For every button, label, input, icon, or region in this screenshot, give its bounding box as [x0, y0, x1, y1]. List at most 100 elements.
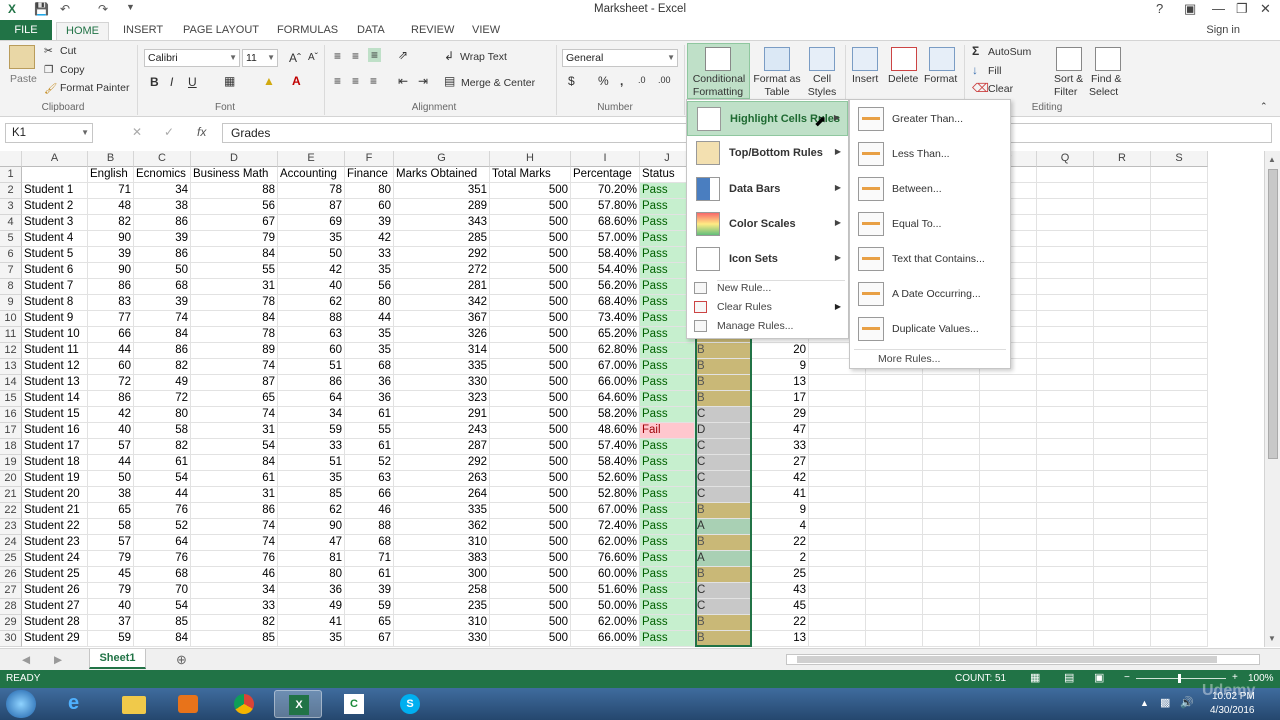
table-cell[interactable]: 58.40%	[571, 247, 640, 263]
table-cell[interactable]	[923, 551, 980, 567]
row-header[interactable]: 7	[0, 263, 22, 279]
table-cell[interactable]: 62.00%	[571, 535, 640, 551]
row-header[interactable]: 14	[0, 375, 22, 391]
table-cell[interactable]	[1037, 215, 1094, 231]
table-cell[interactable]	[1037, 327, 1094, 343]
table-cell[interactable]: 500	[490, 391, 571, 407]
table-cell[interactable]: 314	[394, 343, 490, 359]
table-cell[interactable]: 49	[278, 599, 345, 615]
table-cell[interactable]: 2	[752, 551, 809, 567]
next-sheet-icon[interactable]: ▶	[54, 654, 62, 666]
table-cell[interactable]: 500	[490, 631, 571, 647]
format-as-table-icon[interactable]	[764, 47, 790, 71]
table-cell[interactable]	[809, 471, 866, 487]
table-cell[interactable]: B	[695, 343, 752, 359]
table-cell[interactable]	[980, 439, 1037, 455]
table-cell[interactable]: 85	[278, 487, 345, 503]
column-header-e[interactable]: E	[278, 151, 345, 167]
table-cell[interactable]	[923, 375, 980, 391]
row-header[interactable]: 9	[0, 295, 22, 311]
table-cell[interactable]	[1037, 343, 1094, 359]
table-cell[interactable]	[866, 487, 923, 503]
table-cell[interactable]: 82	[191, 615, 278, 631]
scrollbar-thumb[interactable]	[1268, 169, 1278, 459]
table-cell[interactable]	[980, 599, 1037, 615]
table-cell[interactable]	[1037, 455, 1094, 471]
table-cell[interactable]	[980, 519, 1037, 535]
table-cell[interactable]: 500	[490, 295, 571, 311]
cell-styles-icon[interactable]	[809, 47, 835, 71]
table-cell[interactable]	[866, 567, 923, 583]
table-cell[interactable]: B	[695, 359, 752, 375]
table-cell[interactable]	[1151, 279, 1208, 295]
column-title-cell[interactable]: Accounting	[278, 167, 345, 183]
table-cell[interactable]: Student 17	[22, 439, 88, 455]
table-cell[interactable]	[1151, 215, 1208, 231]
table-cell[interactable]	[1151, 551, 1208, 567]
table-cell[interactable]: 33	[752, 439, 809, 455]
table-cell[interactable]	[809, 391, 866, 407]
align-bottom-icon[interactable]: ≡	[368, 48, 382, 62]
table-cell[interactable]	[866, 503, 923, 519]
table-cell[interactable]: Pass	[640, 359, 695, 375]
table-cell[interactable]: 78	[191, 295, 278, 311]
table-cell[interactable]	[1094, 407, 1151, 423]
table-cell[interactable]: 243	[394, 423, 490, 439]
table-cell[interactable]: 76	[191, 551, 278, 567]
table-cell[interactable]: Pass	[640, 407, 695, 423]
table-cell[interactable]: 57	[88, 535, 134, 551]
table-cell[interactable]	[980, 583, 1037, 599]
table-cell[interactable]: 310	[394, 535, 490, 551]
column-header-g[interactable]: G	[394, 151, 490, 167]
table-cell[interactable]: 71	[88, 183, 134, 199]
table-cell[interactable]	[866, 439, 923, 455]
table-cell[interactable]: 72	[88, 375, 134, 391]
tab-view[interactable]: VIEW	[463, 22, 509, 41]
table-cell[interactable]: 82	[88, 215, 134, 231]
table-cell[interactable]	[809, 423, 866, 439]
table-cell[interactable]	[1151, 503, 1208, 519]
menu-icon-sets[interactable]: Icon Sets ▶	[687, 242, 848, 277]
table-cell[interactable]	[1094, 503, 1151, 519]
table-cell[interactable]: 35	[278, 231, 345, 247]
paste-icon[interactable]	[9, 45, 35, 69]
align-left-icon[interactable]: ≡	[334, 74, 341, 88]
table-cell[interactable]: C	[695, 487, 752, 503]
table-cell[interactable]: 323	[394, 391, 490, 407]
table-cell[interactable]: 71	[345, 551, 394, 567]
table-cell[interactable]	[1151, 407, 1208, 423]
table-cell[interactable]	[1037, 247, 1094, 263]
menu-top-bottom-rules[interactable]: Top/Bottom Rules ▶	[687, 136, 848, 171]
increase-indent-icon[interactable]: ⇥	[418, 74, 428, 88]
table-cell[interactable]: 86	[191, 503, 278, 519]
table-cell[interactable]	[1094, 215, 1151, 231]
table-cell[interactable]: 82	[134, 359, 191, 375]
start-button-icon[interactable]	[6, 690, 36, 718]
table-cell[interactable]	[866, 551, 923, 567]
table-cell[interactable]	[1094, 519, 1151, 535]
table-cell[interactable]: 60.00%	[571, 567, 640, 583]
insert-cells-button[interactable]: Insert	[852, 73, 878, 85]
table-cell[interactable]: Pass	[640, 615, 695, 631]
table-cell[interactable]: 25	[752, 567, 809, 583]
column-header-s[interactable]: S	[1151, 151, 1208, 167]
table-cell[interactable]: 84	[134, 327, 191, 343]
table-cell[interactable]: 35	[345, 327, 394, 343]
table-cell[interactable]	[1094, 279, 1151, 295]
submenu-item[interactable]: Text that Contains...	[850, 241, 1010, 276]
row-header[interactable]: 16	[0, 407, 22, 423]
table-cell[interactable]	[809, 567, 866, 583]
table-cell[interactable]	[980, 455, 1037, 471]
font-color-icon[interactable]: A	[292, 74, 301, 88]
table-cell[interactable]: 39	[134, 295, 191, 311]
table-cell[interactable]	[923, 583, 980, 599]
fill-color-icon[interactable]: ▲	[263, 74, 275, 88]
table-cell[interactable]: Student 2	[22, 199, 88, 215]
underline-icon[interactable]: U	[188, 75, 197, 89]
table-cell[interactable]: 500	[490, 439, 571, 455]
table-cell[interactable]: 89	[191, 343, 278, 359]
table-cell[interactable]	[809, 535, 866, 551]
table-cell[interactable]	[923, 471, 980, 487]
row-header[interactable]: 13	[0, 359, 22, 375]
table-cell[interactable]: 64	[278, 391, 345, 407]
